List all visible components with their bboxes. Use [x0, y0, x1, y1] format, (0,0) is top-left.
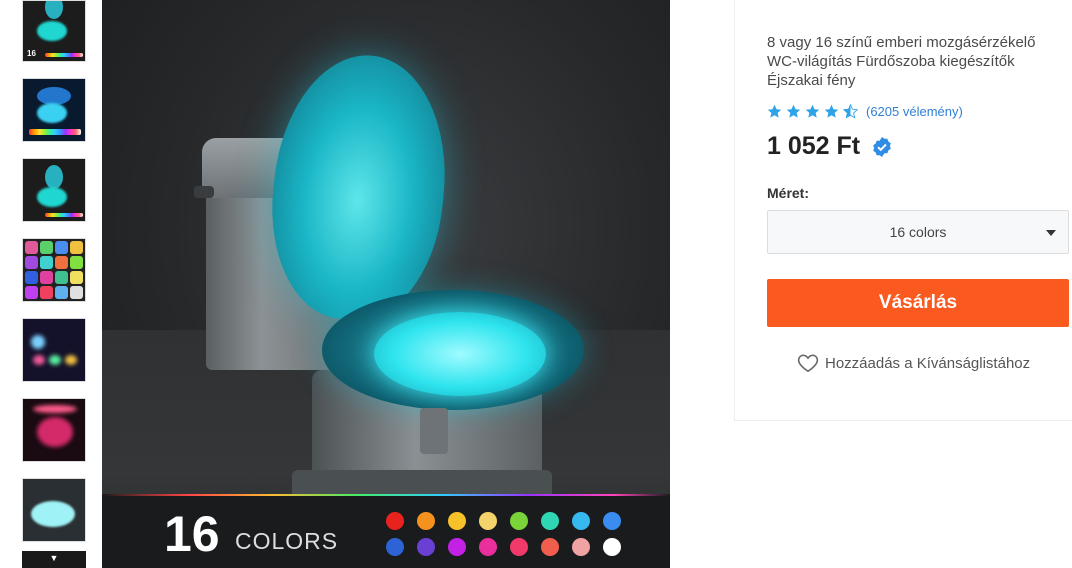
- thumbnail-1[interactable]: 16: [22, 0, 86, 62]
- star-icon: [786, 104, 801, 118]
- product-rating[interactable]: (6205 vélemény): [767, 101, 963, 121]
- thumbnail-scroll-down-button[interactable]: ▼: [22, 551, 86, 568]
- color-swatch: [479, 538, 497, 556]
- thumbnail-glow: [37, 417, 73, 447]
- thumbnail-color-strip: [45, 213, 83, 217]
- product-price-row: 1 052 Ft: [767, 132, 892, 161]
- half-star-icon: [843, 103, 858, 119]
- thumbnail-glow: [65, 355, 77, 365]
- buy-button-label: Vásárlás: [878, 292, 958, 313]
- color-swatch: [603, 512, 621, 530]
- thumbnail-glow: [37, 103, 67, 123]
- thumbnail-color-strip: [45, 53, 83, 57]
- color-swatch: [572, 512, 590, 530]
- thumbnail-glow: [45, 1, 63, 19]
- buy-button[interactable]: Vásárlás: [767, 279, 1069, 327]
- thumbnail-glow: [49, 355, 61, 365]
- thumbnail-glow: [31, 501, 75, 527]
- thumbnail-caption: 16: [27, 49, 36, 58]
- verified-badge-icon: [873, 136, 891, 157]
- thumbnail-2[interactable]: [22, 78, 86, 142]
- thumbnail-glow: [37, 187, 67, 207]
- panel-divider: [734, 0, 735, 420]
- color-swatch: [448, 512, 466, 530]
- thumbnail-color-strip: [29, 129, 81, 135]
- color-swatch: [386, 512, 404, 530]
- image-glowing-bowl: [374, 312, 546, 396]
- promo-rainbow-line: [102, 494, 670, 496]
- star-icon: [805, 104, 820, 118]
- promo-number: 16: [164, 506, 220, 562]
- thumbnail-3[interactable]: [22, 158, 86, 222]
- color-swatch: [510, 538, 528, 556]
- heart-icon: [797, 354, 819, 373]
- thumbnail-glow: [37, 21, 67, 41]
- thumbnail-7[interactable]: [22, 478, 86, 542]
- thumbnail-5[interactable]: [22, 318, 86, 382]
- color-swatch: [603, 538, 621, 556]
- thumbnail-glow: [33, 355, 45, 365]
- star-icon: [824, 104, 839, 118]
- color-swatch: [541, 538, 559, 556]
- thumbnail-glow: [45, 165, 63, 189]
- color-swatch: [541, 512, 559, 530]
- chevron-down-icon: ▼: [49, 553, 59, 563]
- caret-down-icon: [1046, 230, 1056, 236]
- add-to-wishlist-button[interactable]: Hozzáadás a Kívánságlistához: [797, 353, 1030, 373]
- size-select[interactable]: 16 colors: [767, 210, 1069, 254]
- image-toilet-handle: [194, 186, 214, 198]
- promo-word: COLORS: [235, 528, 339, 554]
- thumbnail-glow: [33, 405, 77, 413]
- star-icon: [767, 104, 782, 118]
- thumbnail-color-grid: [25, 241, 83, 299]
- color-swatch: [386, 538, 404, 556]
- color-swatch: [479, 512, 497, 530]
- color-swatch: [510, 512, 528, 530]
- reviews-link[interactable]: (6205 vélemény): [866, 104, 963, 119]
- color-swatch: [572, 538, 590, 556]
- thumbnail-4[interactable]: [22, 238, 86, 302]
- color-swatch-grid: [386, 512, 628, 556]
- thumbnail-glow: [31, 335, 45, 349]
- thumbnail-rail: 16: [22, 0, 86, 568]
- product-title: 8 vagy 16 színű emberi mozgásérzékelő WC…: [767, 34, 1036, 89]
- image-motion-sensor: [420, 408, 448, 454]
- product-price: 1 052 Ft: [767, 132, 861, 160]
- color-swatch: [417, 538, 435, 556]
- color-swatch: [417, 512, 435, 530]
- color-swatch: [448, 538, 466, 556]
- size-label: Méret:: [767, 185, 810, 201]
- size-select-value: 16 colors: [889, 224, 947, 240]
- panel-divider-bottom: [734, 420, 1072, 421]
- thumbnail-6[interactable]: [22, 398, 86, 462]
- wishlist-label: Hozzáadás a Kívánságlistához: [825, 354, 1031, 372]
- main-product-image[interactable]: 16 COLORS: [102, 0, 670, 568]
